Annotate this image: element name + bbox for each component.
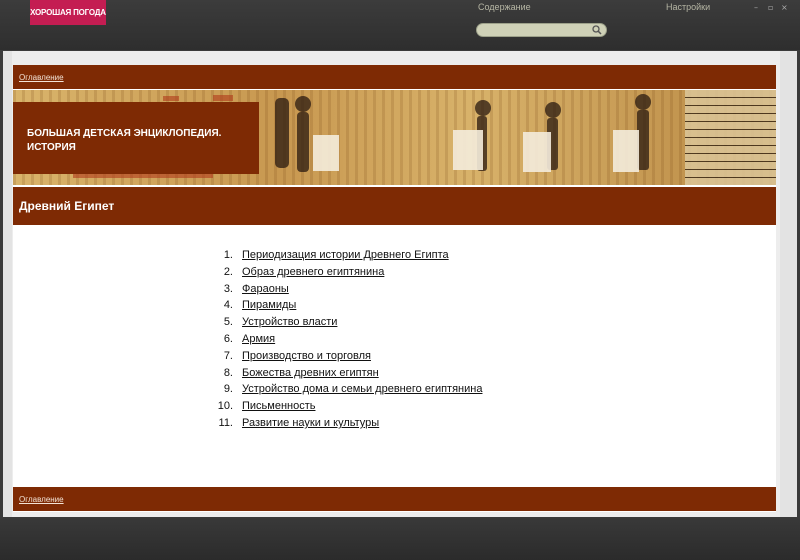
toc-item-number: 11. [218,416,233,429]
contents-menu-link[interactable]: Содержание [478,2,531,12]
toc-item-link[interactable]: Устройство власти [242,316,337,333]
list-item: 5. Устройство власти [213,316,482,333]
encyclopedia-page: Оглавление БОЛЬШАЯ ДЕТСКАЯ ЭНЦИКЛОПЕДИЯ.… [13,65,776,512]
toc-item-link[interactable]: Периодизация истории Древнего Египта [242,249,449,266]
banner-title-line1: БОЛЬШАЯ ДЕТСКАЯ ЭНЦИКЛОПЕДИЯ. [27,128,222,139]
toc-item-number: 2. [223,265,233,278]
banner-title: БОЛЬШАЯ ДЕТСКАЯ ЭНЦИКЛОПЕДИЯ. ИСТОРИЯ [27,127,221,155]
table-of-contents: 1. Периодизация истории Древнего Египта 2.… [213,249,483,434]
list-item: 4. Пирамиды [213,299,482,316]
banner-title-line2: ИСТОРИЯ [27,142,76,153]
banner-title-box: БОЛЬШАЯ ДЕТСКАЯ ЭНЦИКЛОПЕДИЯ. ИСТОРИЯ [13,102,259,174]
hieroglyph-panel [685,90,776,185]
toc-item-link[interactable]: Развитие науки и культуры [242,417,379,434]
minimize-icon[interactable]: – [754,3,758,12]
search-icon[interactable] [592,25,602,35]
toc-item-number: 5. [223,316,233,329]
toc-item-number: 9. [223,383,233,396]
app-bottombar [0,518,800,560]
toc-item-link[interactable]: Образ древнего египтянина [242,266,384,283]
bottom-nav-band: Оглавление [13,487,776,511]
toc-item-number: 3. [223,282,233,295]
toc-link-bottom[interactable]: Оглавление [19,495,64,504]
section-heading: Древний Египет [13,187,776,225]
content-frame: Оглавление БОЛЬШАЯ ДЕТСКАЯ ЭНЦИКЛОПЕДИЯ.… [3,51,797,517]
toc-item-link[interactable]: Устройство дома и семьи древнего египтян… [242,383,482,400]
toc-link-top[interactable]: Оглавление [19,73,64,82]
toc-item-number: 7. [223,349,233,362]
toc-item-link[interactable]: Армия [242,333,275,350]
list-item: 7. Производство и торговля [213,350,482,367]
toc-item-link[interactable]: Божества древних египтян [242,367,379,384]
toc-item-number: 10. [217,400,233,413]
list-item: 6. Армия [213,333,482,350]
list-item: 9. Устройство дома и семьи древнего египт… [213,383,483,400]
toc-item-number: 4. [223,299,233,312]
app-logo[interactable]: ХОРОШАЯ ПОГОДА [30,0,106,25]
list-item: 1. Периодизация истории Древнего Египта [213,249,482,266]
egypt-banner-image: БОЛЬШАЯ ДЕТСКАЯ ЭНЦИКЛОПЕДИЯ. ИСТОРИЯ [13,90,776,185]
app-topbar: ХОРОШАЯ ПОГОДА Содержание Настройки – ▫ … [0,0,800,50]
list-item: 8. Божества древних египтян [213,367,482,384]
search-input[interactable] [483,24,587,36]
toc-item-number: 8. [223,366,233,379]
list-item: 11. Развитие науки и культуры [213,417,482,434]
search-box [476,23,607,37]
left-gutter [3,51,12,517]
toc-item-link[interactable]: Производство и торговля [242,350,371,367]
toc-item-link[interactable]: Пирамиды [242,299,296,316]
toc-item-number: 6. [223,332,233,345]
section-title: Древний Египет [19,199,115,213]
settings-menu-link[interactable]: Настройки [666,2,710,12]
list-item: 3. Фараоны [213,283,482,300]
list-item: 10. Письменность [213,400,482,417]
toc-item-link[interactable]: Письменность [242,400,316,417]
toc-item-link[interactable]: Фараоны [242,283,289,300]
close-icon[interactable]: × [781,3,788,12]
maximize-icon[interactable]: ▫ [768,3,773,12]
top-nav-band: Оглавление [13,65,776,89]
scrollbar[interactable] [780,51,797,517]
toc-item-number: 1. [223,249,233,261]
list-item: 2. Образ древнего египтянина [213,266,482,283]
